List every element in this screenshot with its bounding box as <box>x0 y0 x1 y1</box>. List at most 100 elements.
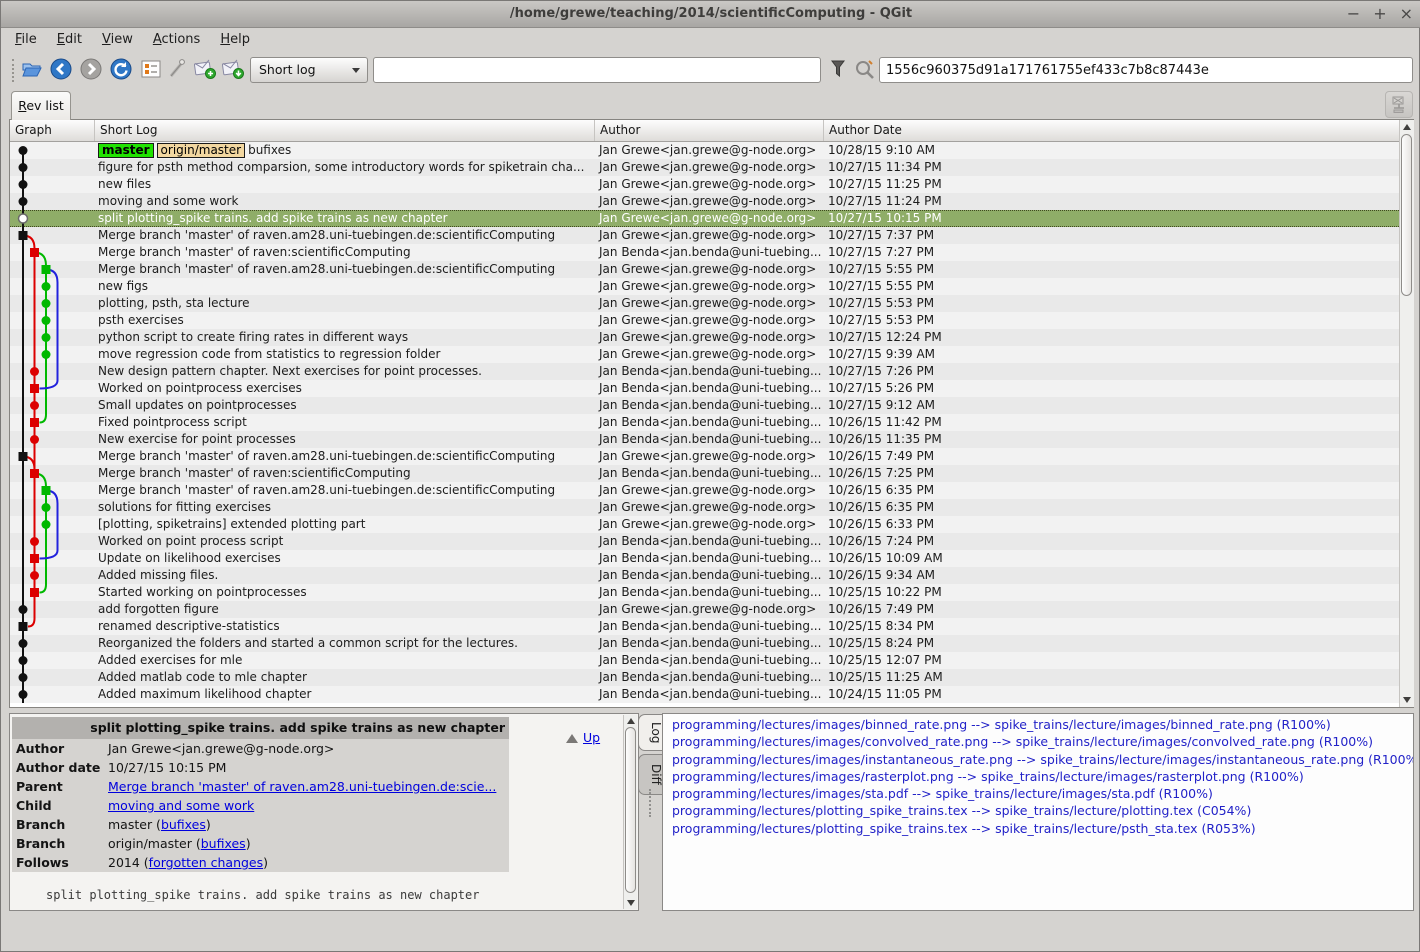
commit-row[interactable]: figure for psth method comparsion, some … <box>10 159 1399 176</box>
details-scrollbar[interactable] <box>623 715 637 909</box>
column-header-author-date[interactable]: Author Date <box>824 120 1399 141</box>
detail-row: Branchorigin/master (bufixes) <box>12 834 509 853</box>
tab-log[interactable]: Log <box>638 714 663 751</box>
commit-row[interactable]: add forgotten figureJan Grewe<jan.grewe@… <box>10 601 1399 618</box>
commit-date: 10/26/15 9:34 AM <box>824 567 1399 584</box>
wand-icon[interactable] <box>165 57 189 81</box>
detail-link[interactable]: Merge branch 'master' of raven.am28.uni-… <box>108 779 496 794</box>
scroll-up-icon[interactable] <box>1403 124 1411 130</box>
commit-row[interactable]: Update on likelihood exercisesJan Benda<… <box>10 550 1399 567</box>
commit-author: Jan Benda<jan.benda@uni-tuebing... <box>595 431 824 448</box>
file-change-row[interactable]: programming/lectures/images/instantaneou… <box>663 751 1413 768</box>
file-change-row[interactable]: programming/lectures/images/sta.pdf --> … <box>663 785 1413 802</box>
commit-row[interactable]: Added maximum likelihood chapterJan Bend… <box>10 686 1399 703</box>
commit-row[interactable]: Started working on pointprocessesJan Ben… <box>10 584 1399 601</box>
detail-link[interactable]: forgotten changes <box>149 855 263 870</box>
commit-row[interactable]: [plotting, spiketrains] extended plottin… <box>10 516 1399 533</box>
detail-link[interactable]: bufixes <box>161 817 206 832</box>
file-change-row[interactable]: programming/lectures/plotting_spike_trai… <box>663 820 1413 837</box>
commit-row[interactable]: solutions for fitting exercisesJan Grewe… <box>10 499 1399 516</box>
rev-list-scrollbar[interactable] <box>1399 120 1414 707</box>
commit-row[interactable]: Small updates on pointprocessesJan Benda… <box>10 397 1399 414</box>
scroll-down-icon[interactable] <box>1403 697 1411 703</box>
commit-graph-cell <box>10 278 95 295</box>
commit-author: Jan Benda<jan.benda@uni-tuebing... <box>595 363 824 380</box>
commit-row[interactable]: psth exercisesJan Grewe<jan.grewe@g-node… <box>10 312 1399 329</box>
column-header-author[interactable]: Author <box>595 120 824 141</box>
commit-row[interactable]: Worked on pointprocess exercisesJan Bend… <box>10 380 1399 397</box>
scroll-down-icon[interactable] <box>627 900 635 906</box>
commit-graph-cell <box>10 550 95 567</box>
commit-row[interactable]: Added matlab code to mle chapterJan Bend… <box>10 669 1399 686</box>
sha-input[interactable] <box>879 57 1413 83</box>
back-icon[interactable] <box>49 57 73 81</box>
commit-row[interactable]: Reorganized the folders and started a co… <box>10 635 1399 652</box>
commit-row[interactable]: Worked on point process scriptJan Benda<… <box>10 533 1399 550</box>
commit-row[interactable]: Added missing files.Jan Benda<jan.benda@… <box>10 567 1399 584</box>
detail-link[interactable]: moving and some work <box>108 798 254 813</box>
scrollbar-thumb[interactable] <box>625 727 636 893</box>
file-change-row[interactable]: programming/lectures/images/convolved_ra… <box>663 733 1413 750</box>
file-change-row[interactable]: programming/lectures/images/rasterplot.p… <box>663 768 1413 785</box>
commit-row[interactable]: move regression code from statistics to … <box>10 346 1399 363</box>
search-input[interactable] <box>373 57 821 83</box>
menu-edit[interactable]: Edit <box>47 29 92 53</box>
toolbar-handle[interactable] <box>12 59 14 82</box>
branch-badge-master: master <box>98 143 154 158</box>
view-mode-icon[interactable] <box>139 57 163 81</box>
column-header-graph[interactable]: Graph <box>10 120 95 141</box>
search-edit-icon[interactable] <box>853 58 877 82</box>
scrollbar-thumb[interactable] <box>1401 134 1412 296</box>
commit-row[interactable]: moving and some workJan Grewe<jan.grewe@… <box>10 193 1399 210</box>
close-button[interactable]: × <box>1400 6 1413 22</box>
commit-row[interactable]: Merge branch 'master' of raven.am28.uni-… <box>10 227 1399 244</box>
commit-row[interactable]: split plotting_spike trains. add spike t… <box>10 210 1399 227</box>
menu-actions[interactable]: Actions <box>143 29 211 53</box>
detail-label: Child <box>12 796 108 815</box>
commit-row[interactable]: new filesJan Grewe<jan.grewe@g-node.org>… <box>10 176 1399 193</box>
commit-message: add forgotten figure <box>95 601 595 618</box>
log-view-combobox[interactable]: Short log <box>250 57 368 83</box>
menu-help[interactable]: Help <box>210 29 260 53</box>
commit-message: Small updates on pointprocesses <box>95 397 595 414</box>
file-change-row[interactable]: programming/lectures/plotting_spike_trai… <box>663 802 1413 819</box>
commit-row[interactable]: Added exercises for mleJan Benda<jan.ben… <box>10 652 1399 669</box>
reload-icon[interactable] <box>109 57 133 81</box>
commit-row[interactable]: python script to create firing rates in … <box>10 329 1399 346</box>
commit-date: 10/27/15 9:12 AM <box>824 397 1399 414</box>
commit-row[interactable]: New design pattern chapter. Next exercis… <box>10 363 1399 380</box>
filter-funnel-icon[interactable] <box>829 59 847 79</box>
forward-icon[interactable] <box>79 57 103 81</box>
commit-author: Jan Grewe<jan.grewe@g-node.org> <box>595 142 824 159</box>
commit-date: 10/26/15 7:25 PM <box>824 465 1399 482</box>
commit-row[interactable]: Merge branch 'master' of raven:scientifi… <box>10 244 1399 261</box>
maximize-button[interactable]: + <box>1373 6 1386 22</box>
minimize-button[interactable]: − <box>1347 6 1360 22</box>
file-change-row[interactable]: programming/lectures/images/binned_rate.… <box>663 716 1413 733</box>
commit-row[interactable]: Merge branch 'master' of raven:scientifi… <box>10 465 1399 482</box>
commit-row[interactable]: Merge branch 'master' of raven.am28.uni-… <box>10 482 1399 499</box>
commit-graph-cell <box>10 244 95 261</box>
commit-row[interactable]: masterorigin/masterbufixesJan Grewe<jan.… <box>10 142 1399 159</box>
menu-file[interactable]: File <box>5 29 47 53</box>
commit-row[interactable]: New exercise for point processesJan Bend… <box>10 431 1399 448</box>
commit-date: 10/27/15 5:53 PM <box>824 295 1399 312</box>
commit-row[interactable]: Merge branch 'master' of raven.am28.uni-… <box>10 448 1399 465</box>
apply-patch-icon[interactable] <box>221 57 245 81</box>
menu-view[interactable]: View <box>92 29 143 53</box>
column-header-short-log[interactable]: Short Log <box>95 120 595 141</box>
commit-row[interactable]: Fixed pointprocess scriptJan Benda<jan.b… <box>10 414 1399 431</box>
commit-row[interactable]: plotting, psth, sta lectureJan Grewe<jan… <box>10 295 1399 312</box>
flag-button[interactable] <box>1385 91 1413 118</box>
scroll-up-icon[interactable] <box>627 718 635 724</box>
up-link[interactable]: Up <box>566 730 600 745</box>
commit-row[interactable]: Merge branch 'master' of raven.am28.uni-… <box>10 261 1399 278</box>
open-repository-icon[interactable] <box>19 57 43 81</box>
tab-rev-list[interactable]: Rev list <box>11 91 71 120</box>
commit-date: 10/27/15 10:15 PM <box>824 211 1399 226</box>
commit-row[interactable]: new figsJan Grewe<jan.grewe@g-node.org>1… <box>10 278 1399 295</box>
commit-row[interactable]: renamed descriptive-statisticsJan Benda<… <box>10 618 1399 635</box>
detail-link[interactable]: bufixes <box>201 836 246 851</box>
splitter-handle[interactable] <box>649 789 651 817</box>
save-patch-icon[interactable] <box>193 57 217 81</box>
